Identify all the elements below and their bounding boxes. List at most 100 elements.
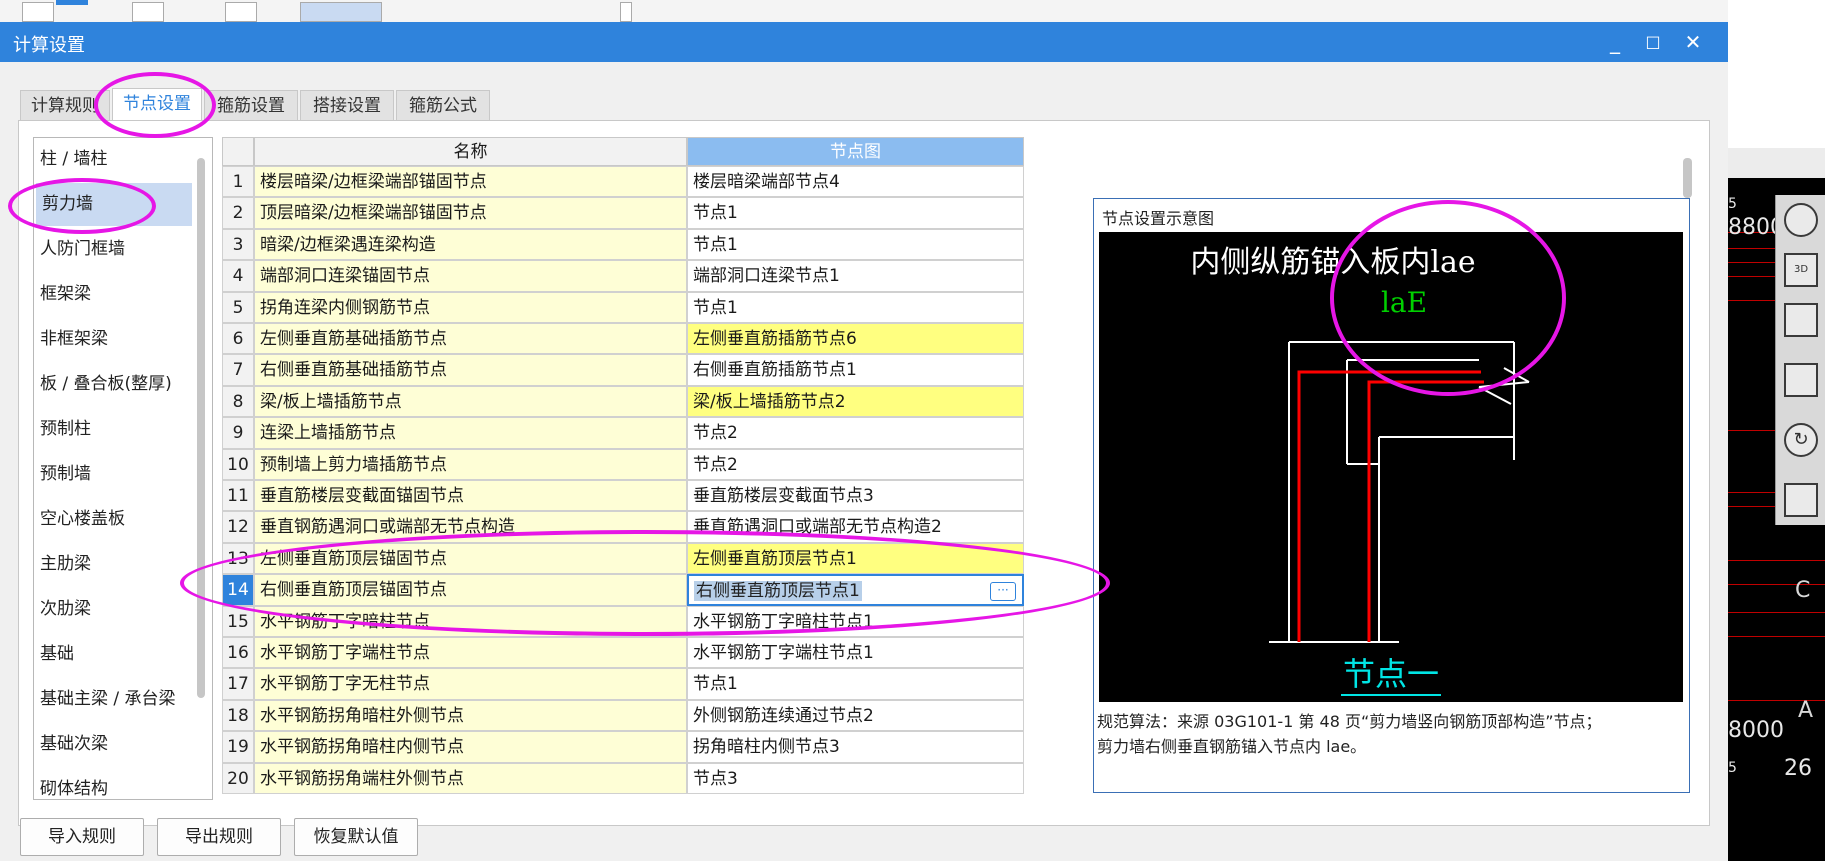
node-value-cell[interactable]: 端部洞口连梁节点1 <box>687 260 1024 292</box>
import-rules-button[interactable]: 导入规则 <box>20 818 144 856</box>
export-rules-button[interactable]: 导出规则 <box>157 818 281 856</box>
tab-node-settings[interactable]: 节点设置 <box>112 88 202 120</box>
row-name: 端部洞口连梁锚固节点 <box>254 260 687 292</box>
node-value-cell[interactable]: 节点2 <box>687 417 1024 449</box>
node-value-cell[interactable]: 节点1 <box>687 291 1024 323</box>
table-row[interactable]: 7 右侧垂直筋基础插筋节点 右侧垂直筋插筋节点1 <box>222 354 1024 386</box>
table-row[interactable]: 5 拐角连梁内侧钢筋节点 节点1 <box>222 291 1024 323</box>
table-row[interactable]: 16 水平钢筋丁字端柱节点 水平钢筋丁字端柱节点1 <box>222 637 1024 669</box>
cube-view-icon[interactable] <box>1784 303 1818 337</box>
restore-default-button[interactable]: 恢复默认值 <box>294 818 418 856</box>
maximize-button[interactable]: □ <box>1638 28 1668 56</box>
right-scrollbar[interactable] <box>1683 158 1692 198</box>
layout-icon[interactable] <box>1784 483 1818 517</box>
category-item[interactable]: 主肋梁 <box>34 543 192 586</box>
toolbar-icon[interactable] <box>225 2 257 22</box>
category-item[interactable]: 基础次梁 <box>34 723 192 766</box>
tab-stirrup-settings[interactable]: 箍筋设置 <box>204 90 298 120</box>
category-item[interactable]: 框架梁 <box>34 273 192 316</box>
table-row[interactable]: 14 右侧垂直筋顶层锚固节点 右侧垂直筋顶层节点1 ··· <box>222 574 1024 606</box>
table-row[interactable]: 11 垂直筋楼层变截面锚固节点 垂直筋楼层变截面节点3 <box>222 480 1024 512</box>
orbit-icon[interactable] <box>1784 203 1818 237</box>
category-item[interactable]: 预制柱 <box>34 408 192 451</box>
row-number: 8 <box>222 385 254 418</box>
category-item[interactable]: 人防门框墙 <box>34 228 192 271</box>
category-item[interactable]: 基础主梁 / 承台梁 <box>34 678 192 721</box>
toolbar-icon[interactable] <box>620 2 632 22</box>
node-value-cell[interactable]: 楼层暗梁端部节点4 <box>687 166 1024 198</box>
table-row[interactable]: 4 端部洞口连梁锚固节点 端部洞口连梁节点1 <box>222 260 1024 292</box>
table-row[interactable]: 15 水平钢筋丁字暗柱节点 水平钢筋丁字暗柱节点1 <box>222 605 1024 637</box>
cube-top-icon[interactable] <box>1784 363 1818 397</box>
row-name: 楼层暗梁/边框梁端部锚固节点 <box>254 166 687 198</box>
node-value-cell[interactable]: 拐角暗柱内侧节点3 <box>687 731 1024 763</box>
row-number: 6 <box>222 323 254 355</box>
node-value-cell[interactable]: 垂直筋遇洞口或端部无节点构造2 <box>687 511 1024 543</box>
category-item[interactable]: 板 / 叠合板(整厚) <box>34 363 192 406</box>
table-row[interactable]: 18 水平钢筋拐角暗柱外侧节点 外侧钢筋连续通过节点2 <box>222 699 1024 732</box>
row-number: 17 <box>222 668 254 700</box>
table-row[interactable]: 17 水平钢筋丁字无柱节点 节点1 <box>222 668 1024 700</box>
node-value-cell[interactable]: 垂直筋楼层变截面节点3 <box>687 480 1024 512</box>
header-name[interactable]: 名称 <box>254 137 687 166</box>
category-item[interactable]: 砌体结构 <box>34 768 192 799</box>
tab-stirrup-formula[interactable]: 箍筋公式 <box>396 90 490 120</box>
node-value-cell[interactable]: 左侧垂直筋顶层节点1 <box>687 542 1024 575</box>
row-name: 暗梁/边框梁遇连梁构造 <box>254 228 687 261</box>
table-row[interactable]: 1 楼层暗梁/边框梁端部锚固节点 楼层暗梁端部节点4 <box>222 166 1024 198</box>
category-item[interactable]: 次肋梁 <box>34 588 192 631</box>
node-value-cell[interactable]: 外侧钢筋连续通过节点2 <box>687 699 1024 732</box>
close-button[interactable]: ✕ <box>1678 28 1708 56</box>
minimize-button[interactable]: _ <box>1600 28 1630 56</box>
node-value-cell[interactable]: 左侧垂直筋插筋节点6 <box>687 323 1024 355</box>
toolbar-active-indicator <box>56 0 88 5</box>
node-value-cell[interactable]: 水平钢筋丁字暗柱节点1 <box>687 605 1024 637</box>
row-name: 右侧垂直筋基础插筋节点 <box>254 354 687 386</box>
tab-calc-rules[interactable]: 计算规则 <box>20 90 110 120</box>
node-value-cell[interactable]: 右侧垂直筋插筋节点1 <box>687 354 1024 386</box>
table-row[interactable]: 19 水平钢筋拐角暗柱内侧节点 拐角暗柱内侧节点3 <box>222 731 1024 763</box>
ellipsis-button[interactable]: ··· <box>990 582 1016 602</box>
node-value-cell[interactable]: 节点1 <box>687 668 1024 700</box>
category-item-selected[interactable]: 剪力墙 <box>36 183 192 226</box>
diagram-rebar <box>1297 370 1484 642</box>
category-item[interactable]: 非框架梁 <box>34 318 192 361</box>
node-value-cell[interactable]: 节点1 <box>687 197 1024 229</box>
table-row[interactable]: 8 梁/板上墙插筋节点 梁/板上墙插筋节点2 <box>222 385 1024 418</box>
node-value-cell[interactable]: 梁/板上墙插筋节点2 <box>687 385 1024 418</box>
window-title: 计算设置 <box>13 35 85 56</box>
diagram-lae-label: laE <box>1381 286 1427 319</box>
table-row[interactable]: 10 预制墙上剪力墙插筋节点 节点2 <box>222 448 1024 480</box>
row-number: 16 <box>222 637 254 669</box>
table-row[interactable]: 13 左侧垂直筋顶层锚固节点 左侧垂直筋顶层节点1 <box>222 542 1024 575</box>
node-value-cell[interactable]: 水平钢筋丁字端柱节点1 <box>687 637 1024 669</box>
category-item[interactable]: 基础 <box>34 633 192 676</box>
table-row[interactable]: 2 顶层暗梁/边框梁端部锚固节点 节点1 <box>222 197 1024 229</box>
view-3d-icon[interactable]: 3D <box>1784 253 1818 287</box>
cad-dimension: 5 <box>1728 760 1737 776</box>
table-row[interactable]: 3 暗梁/边框梁遇连梁构造 节点1 <box>222 228 1024 261</box>
row-number: 12 <box>222 511 254 543</box>
table-row[interactable]: 6 左侧垂直筋基础插筋节点 左侧垂直筋插筋节点6 <box>222 323 1024 355</box>
category-item[interactable]: 柱 / 墙柱 <box>34 138 192 181</box>
row-number: 2 <box>222 197 254 229</box>
node-value-cell[interactable]: 节点2 <box>687 448 1024 480</box>
toolbar-icon[interactable] <box>132 2 164 22</box>
category-item[interactable]: 空心楼盖板 <box>34 498 192 541</box>
toolbar-icon[interactable] <box>300 2 382 22</box>
cad-dimension: 8000 <box>1728 718 1784 743</box>
category-scrollbar[interactable] <box>197 158 205 698</box>
category-item[interactable]: 预制墙 <box>34 453 192 496</box>
table-row[interactable]: 9 连梁上墙插筋节点 节点2 <box>222 417 1024 449</box>
node-value-cell[interactable]: 节点1 <box>687 228 1024 261</box>
rotate-icon[interactable]: ↻ <box>1784 423 1818 457</box>
node-value-cell[interactable]: 节点3 <box>687 762 1024 794</box>
table-row[interactable]: 20 水平钢筋拐角端柱外侧节点 节点3 <box>222 762 1024 794</box>
header-node[interactable]: 节点图 <box>687 137 1024 166</box>
table-row[interactable]: 12 垂直钢筋遇洞口或端部无节点构造 垂直筋遇洞口或端部无节点构造2 <box>222 511 1024 543</box>
row-number: 15 <box>222 605 254 637</box>
tab-lap-settings[interactable]: 搭接设置 <box>300 90 394 120</box>
row-name: 连梁上墙插筋节点 <box>254 417 687 449</box>
toolbar-icon[interactable] <box>22 2 54 22</box>
node-value-editor[interactable]: 右侧垂直筋顶层节点1 ··· <box>687 574 1024 606</box>
